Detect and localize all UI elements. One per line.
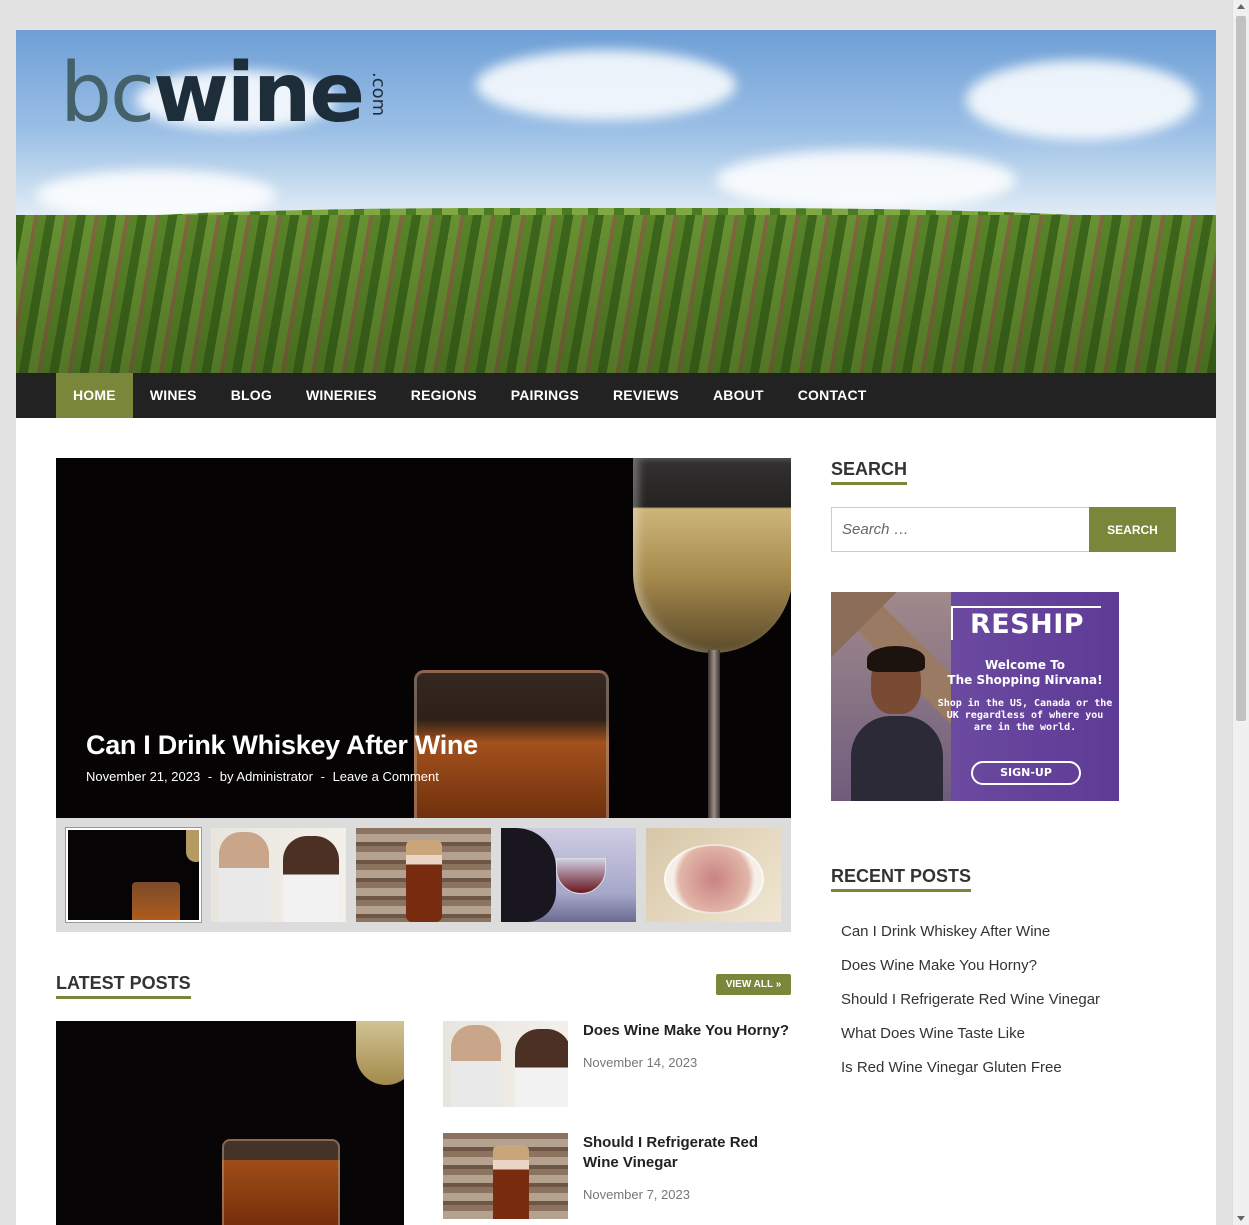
ad-headline-line2: The Shopping Nirvana! xyxy=(947,673,1103,687)
cloud-decoration xyxy=(476,50,736,120)
post-thumbnail[interactable] xyxy=(443,1133,568,1219)
meta-separator: - xyxy=(207,769,213,784)
thumb-graphic xyxy=(501,828,556,922)
recent-post-link[interactable]: Does Wine Make You Horny? xyxy=(841,954,1100,988)
slider-post-title[interactable]: Can I Drink Whiskey After Wine xyxy=(86,730,478,761)
latest-post-item: Should I Refrigerate Red Wine Vinegar No… xyxy=(443,1133,791,1223)
post-title[interactable]: Does Wine Make You Horny? xyxy=(583,1021,793,1041)
logo-text-bc: bc xyxy=(60,46,155,141)
view-all-button[interactable]: VIEW ALL » xyxy=(716,974,791,995)
slider-thumb-whiskey[interactable] xyxy=(66,828,201,922)
thumb-graphic xyxy=(556,858,606,894)
main-nav: HOME WINES BLOG WINERIES REGIONS PAIRING… xyxy=(16,373,1216,418)
thumb-graphic xyxy=(664,844,764,914)
latest-posts-heading: LATEST POSTS xyxy=(56,973,191,999)
slider-thumbnails xyxy=(56,818,791,932)
ad-headline: Welcome To The Shopping Nirvana! xyxy=(931,658,1119,688)
post-date: November 7, 2023 xyxy=(583,1187,690,1202)
thumb-graphic xyxy=(283,836,339,922)
cloud-decoration xyxy=(716,150,1016,210)
ad-brand-logo: RESHIP xyxy=(951,606,1101,640)
recent-post-link[interactable]: What Does Wine Taste Like xyxy=(841,1022,1100,1056)
thumb-graphic xyxy=(451,1025,501,1107)
nav-reviews[interactable]: REVIEWS xyxy=(596,373,696,418)
latest-featured-image[interactable] xyxy=(56,1021,404,1225)
wine-glass-stem xyxy=(708,650,720,818)
search-input[interactable] xyxy=(831,507,1089,552)
nav-wines[interactable]: WINES xyxy=(133,373,214,418)
ad-body-text: Shop in the US, Canada or the UK regardl… xyxy=(937,698,1113,733)
recent-post-link[interactable]: Can I Drink Whiskey After Wine xyxy=(841,920,1100,954)
scrollbar-thumb[interactable] xyxy=(1236,16,1246,721)
search-heading: SEARCH xyxy=(831,459,908,485)
wine-glass-image xyxy=(356,1021,404,1085)
search-form: SEARCH xyxy=(831,507,1176,552)
slider-thumb-tasting[interactable] xyxy=(501,828,636,922)
latest-post-item: Does Wine Make You Horny? November 14, 2… xyxy=(443,1021,791,1111)
meta-separator: - xyxy=(320,769,325,784)
search-button[interactable]: SEARCH xyxy=(1089,507,1176,552)
thumb-graphic xyxy=(132,882,180,920)
scroll-down-arrow-icon[interactable] xyxy=(1237,1216,1245,1221)
cloud-decoration xyxy=(966,60,1196,140)
thumb-graphic xyxy=(406,840,442,922)
thumb-graphic xyxy=(186,830,199,862)
post-thumbnail[interactable] xyxy=(443,1021,568,1107)
ad-person-image xyxy=(851,646,943,801)
window-scrollbar[interactable] xyxy=(1232,0,1249,1225)
scroll-up-arrow-icon[interactable] xyxy=(1237,4,1245,9)
recent-posts-heading: RECENT POSTS xyxy=(831,866,972,892)
nav-about[interactable]: ABOUT xyxy=(696,373,781,418)
ad-signup-button[interactable]: SIGN-UP xyxy=(971,761,1081,785)
logo-suffix: .com xyxy=(368,72,389,117)
ad-person-body xyxy=(851,716,943,801)
site-logo[interactable]: bc wine .com xyxy=(60,46,407,141)
whiskey-glass-image xyxy=(222,1139,340,1225)
slider-thumb-couple[interactable] xyxy=(211,828,346,922)
recent-post-link[interactable]: Is Red Wine Vinegar Gluten Free xyxy=(841,1056,1100,1090)
featured-slider[interactable]: Can I Drink Whiskey After Wine November … xyxy=(56,458,791,818)
page: bc wine .com HOME WINES BLOG WINERIES RE… xyxy=(16,30,1216,1225)
thumb-graphic xyxy=(515,1029,568,1107)
slider-comments-link[interactable]: Leave a Comment xyxy=(333,769,439,784)
reship-ad-banner[interactable]: RESHIP Welcome To The Shopping Nirvana! … xyxy=(831,592,1119,801)
nav-pairings[interactable]: PAIRINGS xyxy=(494,373,596,418)
post-title[interactable]: Should I Refrigerate Red Wine Vinegar xyxy=(583,1133,793,1173)
nav-contact[interactable]: CONTACT xyxy=(781,373,884,418)
slider-thumb-vinegar[interactable] xyxy=(356,828,491,922)
nav-home[interactable]: HOME xyxy=(56,373,133,418)
wine-glass-image xyxy=(633,458,791,653)
slider-post-date[interactable]: November 21, 2023 xyxy=(86,769,200,784)
post-date: November 14, 2023 xyxy=(583,1055,698,1070)
nav-regions[interactable]: REGIONS xyxy=(394,373,494,418)
thumb-graphic xyxy=(219,832,269,922)
nav-blog[interactable]: BLOG xyxy=(214,373,289,418)
site-header: bc wine .com xyxy=(16,30,1216,373)
nav-wineries[interactable]: WINERIES xyxy=(289,373,394,418)
recent-posts-list: Can I Drink Whiskey After Wine Does Wine… xyxy=(841,920,1100,1090)
logo-text-wine: wine xyxy=(153,46,365,141)
slider-post-author[interactable]: by Administrator xyxy=(220,769,313,784)
slider-thumb-bowl[interactable] xyxy=(646,828,781,922)
recent-post-link[interactable]: Should I Refrigerate Red Wine Vinegar xyxy=(841,988,1100,1022)
ad-headline-line1: Welcome To xyxy=(984,658,1066,672)
vineyard-shade xyxy=(16,215,1216,373)
thumb-graphic xyxy=(493,1145,529,1219)
ad-person-hair xyxy=(867,646,925,672)
slider-post-meta: November 21, 2023 - by Administrator - L… xyxy=(86,769,443,784)
